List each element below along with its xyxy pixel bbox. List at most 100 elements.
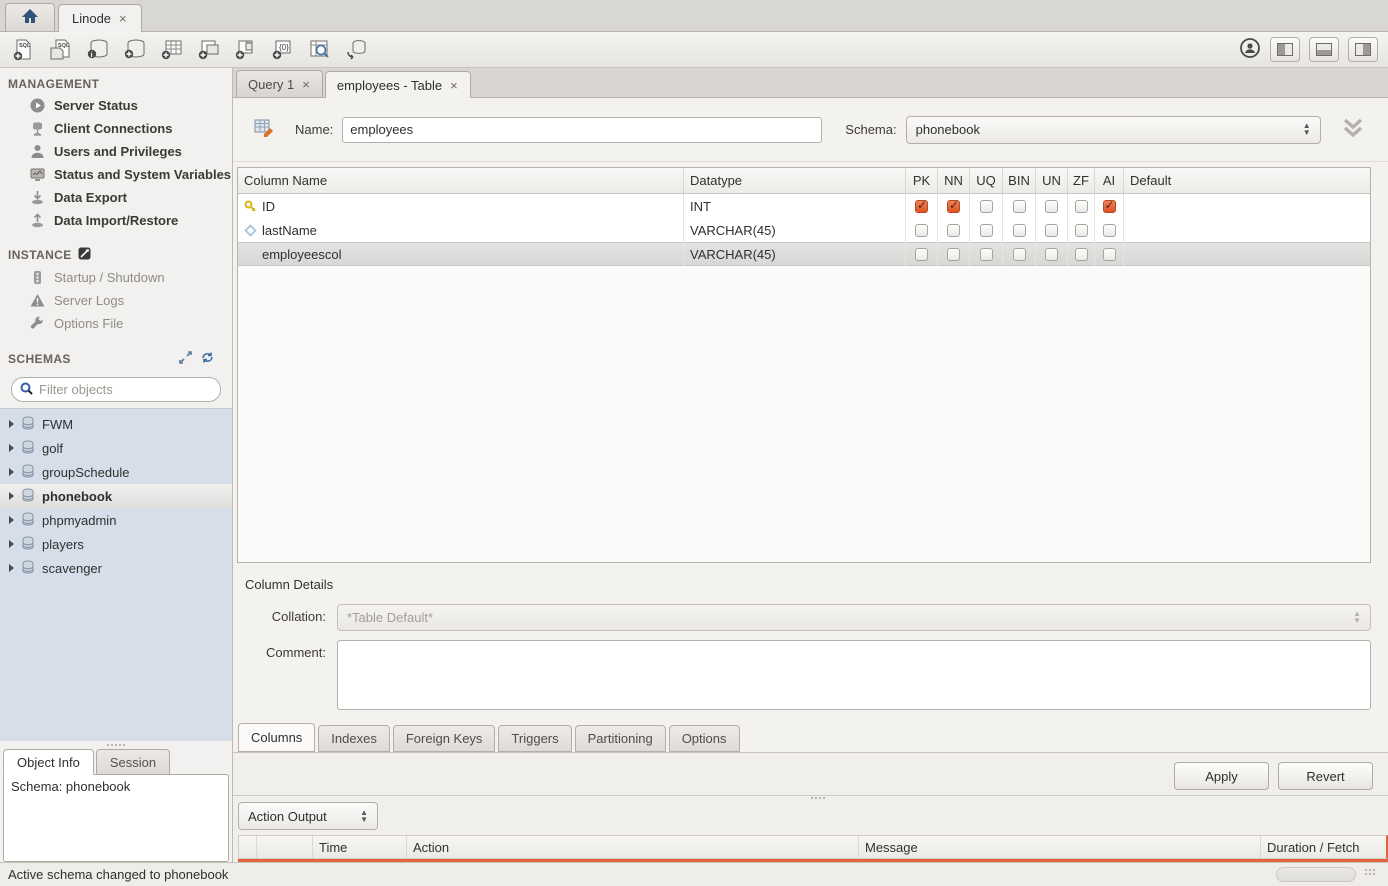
expander-icon[interactable] [9, 492, 14, 500]
create-view-button[interactable] [195, 36, 222, 63]
column-row-id[interactable]: ID INT [238, 194, 1370, 218]
ai-checkbox[interactable] [1103, 200, 1116, 213]
close-icon[interactable]: × [118, 11, 128, 26]
un-checkbox[interactable] [1045, 248, 1058, 261]
column-default[interactable] [1124, 218, 1370, 242]
pk-checkbox[interactable] [915, 224, 928, 237]
create-table-button[interactable] [158, 36, 185, 63]
expand-schemas-icon[interactable] [179, 351, 192, 367]
zf-checkbox[interactable] [1075, 248, 1088, 261]
table-name-input[interactable] [342, 117, 822, 143]
tab-options[interactable]: Options [669, 725, 740, 752]
sidebar-item-data-export[interactable]: Data Export [0, 186, 232, 209]
tab-columns[interactable]: Columns [238, 723, 315, 752]
sidebar-item-server-status[interactable]: Server Status [0, 94, 232, 117]
expander-icon[interactable] [9, 564, 14, 572]
header-nn[interactable]: NN [938, 168, 970, 193]
schema-select[interactable]: phonebook ▲▼ [906, 116, 1321, 144]
column-default[interactable] [1124, 242, 1370, 266]
sidebar-item-options-file[interactable]: Options File [0, 312, 232, 335]
open-sql-script-button[interactable]: SQL [47, 36, 74, 63]
schema-item-players[interactable]: players [0, 532, 232, 556]
bin-checkbox[interactable] [1013, 224, 1026, 237]
tab-partitioning[interactable]: Partitioning [575, 725, 666, 752]
create-procedure-button[interactable] [232, 36, 259, 63]
header-bin[interactable]: BIN [1003, 168, 1036, 193]
bin-checkbox[interactable] [1013, 248, 1026, 261]
schema-item-phpmyadmin[interactable]: phpmyadmin [0, 508, 232, 532]
search-table-data-button[interactable] [306, 36, 333, 63]
tab-object-info[interactable]: Object Info [3, 749, 94, 775]
header-ai[interactable]: AI [1095, 168, 1124, 193]
column-default[interactable] [1124, 194, 1370, 218]
uq-checkbox[interactable] [980, 224, 993, 237]
apply-button[interactable]: Apply [1174, 762, 1269, 790]
tab-query-1[interactable]: Query 1 × [236, 70, 323, 97]
home-tab[interactable] [5, 3, 55, 31]
schema-item-phonebook[interactable]: phonebook [0, 484, 232, 508]
output-header-message[interactable]: Message [859, 836, 1261, 858]
uq-checkbox[interactable] [980, 248, 993, 261]
tab-triggers[interactable]: Triggers [498, 725, 571, 752]
header-pk[interactable]: PK [906, 168, 938, 193]
create-function-button[interactable]: {0} [269, 36, 296, 63]
create-schema-button[interactable] [121, 36, 148, 63]
expander-icon[interactable] [9, 444, 14, 452]
sidebar-item-startup-shutdown[interactable]: Startup / Shutdown [0, 266, 232, 289]
sidebar-item-users-privileges[interactable]: Users and Privileges [0, 140, 232, 163]
un-checkbox[interactable] [1045, 224, 1058, 237]
tab-session[interactable]: Session [96, 749, 170, 775]
sidebar-item-server-logs[interactable]: Server Logs [0, 289, 232, 312]
schema-item-scavenger[interactable]: scavenger [0, 556, 232, 580]
refresh-schemas-icon[interactable] [201, 351, 214, 367]
header-column-name[interactable]: Column Name [238, 168, 684, 193]
new-sql-tab-button[interactable]: SQL [10, 36, 37, 63]
reconnect-dbms-button[interactable] [343, 36, 370, 63]
close-icon[interactable]: × [449, 78, 459, 93]
ai-checkbox[interactable] [1103, 248, 1116, 261]
zf-checkbox[interactable] [1075, 224, 1088, 237]
revert-button[interactable]: Revert [1278, 762, 1373, 790]
header-default[interactable]: Default [1124, 168, 1370, 193]
toggle-output-area-button[interactable] [1309, 37, 1339, 62]
header-datatype[interactable]: Datatype [684, 168, 906, 193]
un-checkbox[interactable] [1045, 200, 1058, 213]
tab-indexes[interactable]: Indexes [318, 725, 390, 752]
connection-tab-linode[interactable]: Linode × [58, 4, 142, 32]
output-header-duration-fetch[interactable]: Duration / Fetch [1261, 836, 1386, 858]
output-header-action[interactable]: Action [407, 836, 859, 858]
nn-checkbox[interactable] [947, 224, 960, 237]
tab-foreign-keys[interactable]: Foreign Keys [393, 725, 496, 752]
schema-item-golf[interactable]: golf [0, 436, 232, 460]
uq-checkbox[interactable] [980, 200, 993, 213]
nn-checkbox[interactable] [947, 200, 960, 213]
expander-icon[interactable] [9, 468, 14, 476]
ai-checkbox[interactable] [1103, 224, 1116, 237]
sidebar-splitter-handle[interactable] [0, 741, 232, 749]
nn-checkbox[interactable] [947, 248, 960, 261]
resize-grip[interactable] [1364, 868, 1380, 882]
toggle-secondary-sidebar-button[interactable] [1348, 37, 1378, 62]
column-row-lastname[interactable]: lastName VARCHAR(45) [238, 218, 1370, 242]
tab-employees-table[interactable]: employees - Table × [325, 71, 471, 98]
schema-filter-input[interactable] [39, 382, 212, 397]
zf-checkbox[interactable] [1075, 200, 1088, 213]
header-uq[interactable]: UQ [970, 168, 1003, 193]
expander-icon[interactable] [9, 516, 14, 524]
collation-select[interactable]: *Table Default* ▲▼ [337, 604, 1371, 631]
sidebar-item-status-system-variables[interactable]: Status and System Variables [0, 163, 232, 186]
grid-empty-area[interactable] [238, 266, 1370, 562]
expand-details-chevron-icon[interactable] [1340, 117, 1366, 142]
expander-icon[interactable] [9, 540, 14, 548]
close-icon[interactable]: × [301, 77, 311, 92]
schema-filter-box[interactable] [11, 377, 221, 402]
output-type-select[interactable]: Action Output ▲▼ [238, 802, 378, 830]
toggle-sidebar-button[interactable] [1270, 37, 1300, 62]
output-splitter-handle[interactable] [811, 797, 825, 799]
output-header-time[interactable]: Time [313, 836, 407, 858]
column-row-employeescol[interactable]: employeescol VARCHAR(45) [238, 242, 1370, 266]
header-zf[interactable]: ZF [1068, 168, 1095, 193]
comment-textarea[interactable] [337, 640, 1371, 710]
schema-item-groupschedule[interactable]: groupSchedule [0, 460, 232, 484]
schema-inspector-button[interactable]: i [84, 36, 111, 63]
